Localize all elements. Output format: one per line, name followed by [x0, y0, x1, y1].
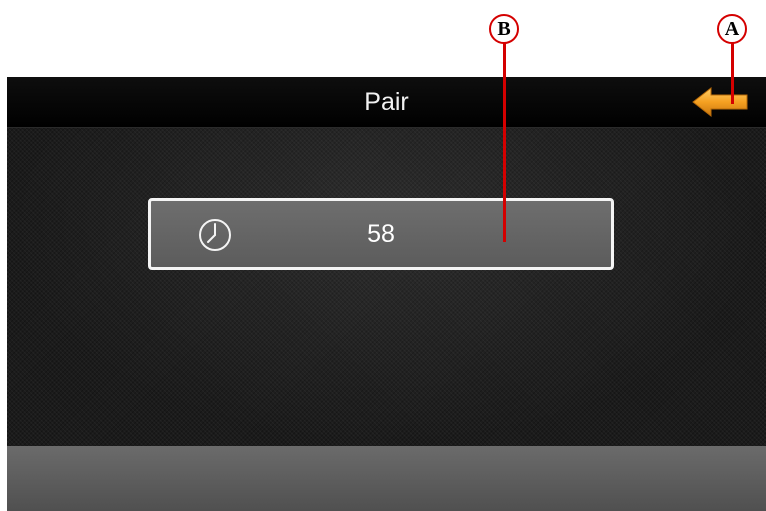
back-arrow-icon	[692, 86, 748, 118]
callout-a-marker: A	[717, 14, 747, 44]
callout-b-marker: B	[489, 14, 519, 44]
title-bar: Pair	[7, 77, 766, 128]
content-area: 58	[7, 128, 766, 446]
footer-bar	[7, 446, 766, 511]
countdown-value: 58	[367, 220, 395, 248]
back-button[interactable]	[689, 83, 753, 121]
pairing-timer: 58	[148, 198, 614, 270]
page-title: Pair	[364, 88, 409, 116]
callout-b-line	[503, 42, 506, 242]
pair-screen: Pair 58	[7, 77, 766, 511]
callout-a-line	[731, 42, 734, 104]
